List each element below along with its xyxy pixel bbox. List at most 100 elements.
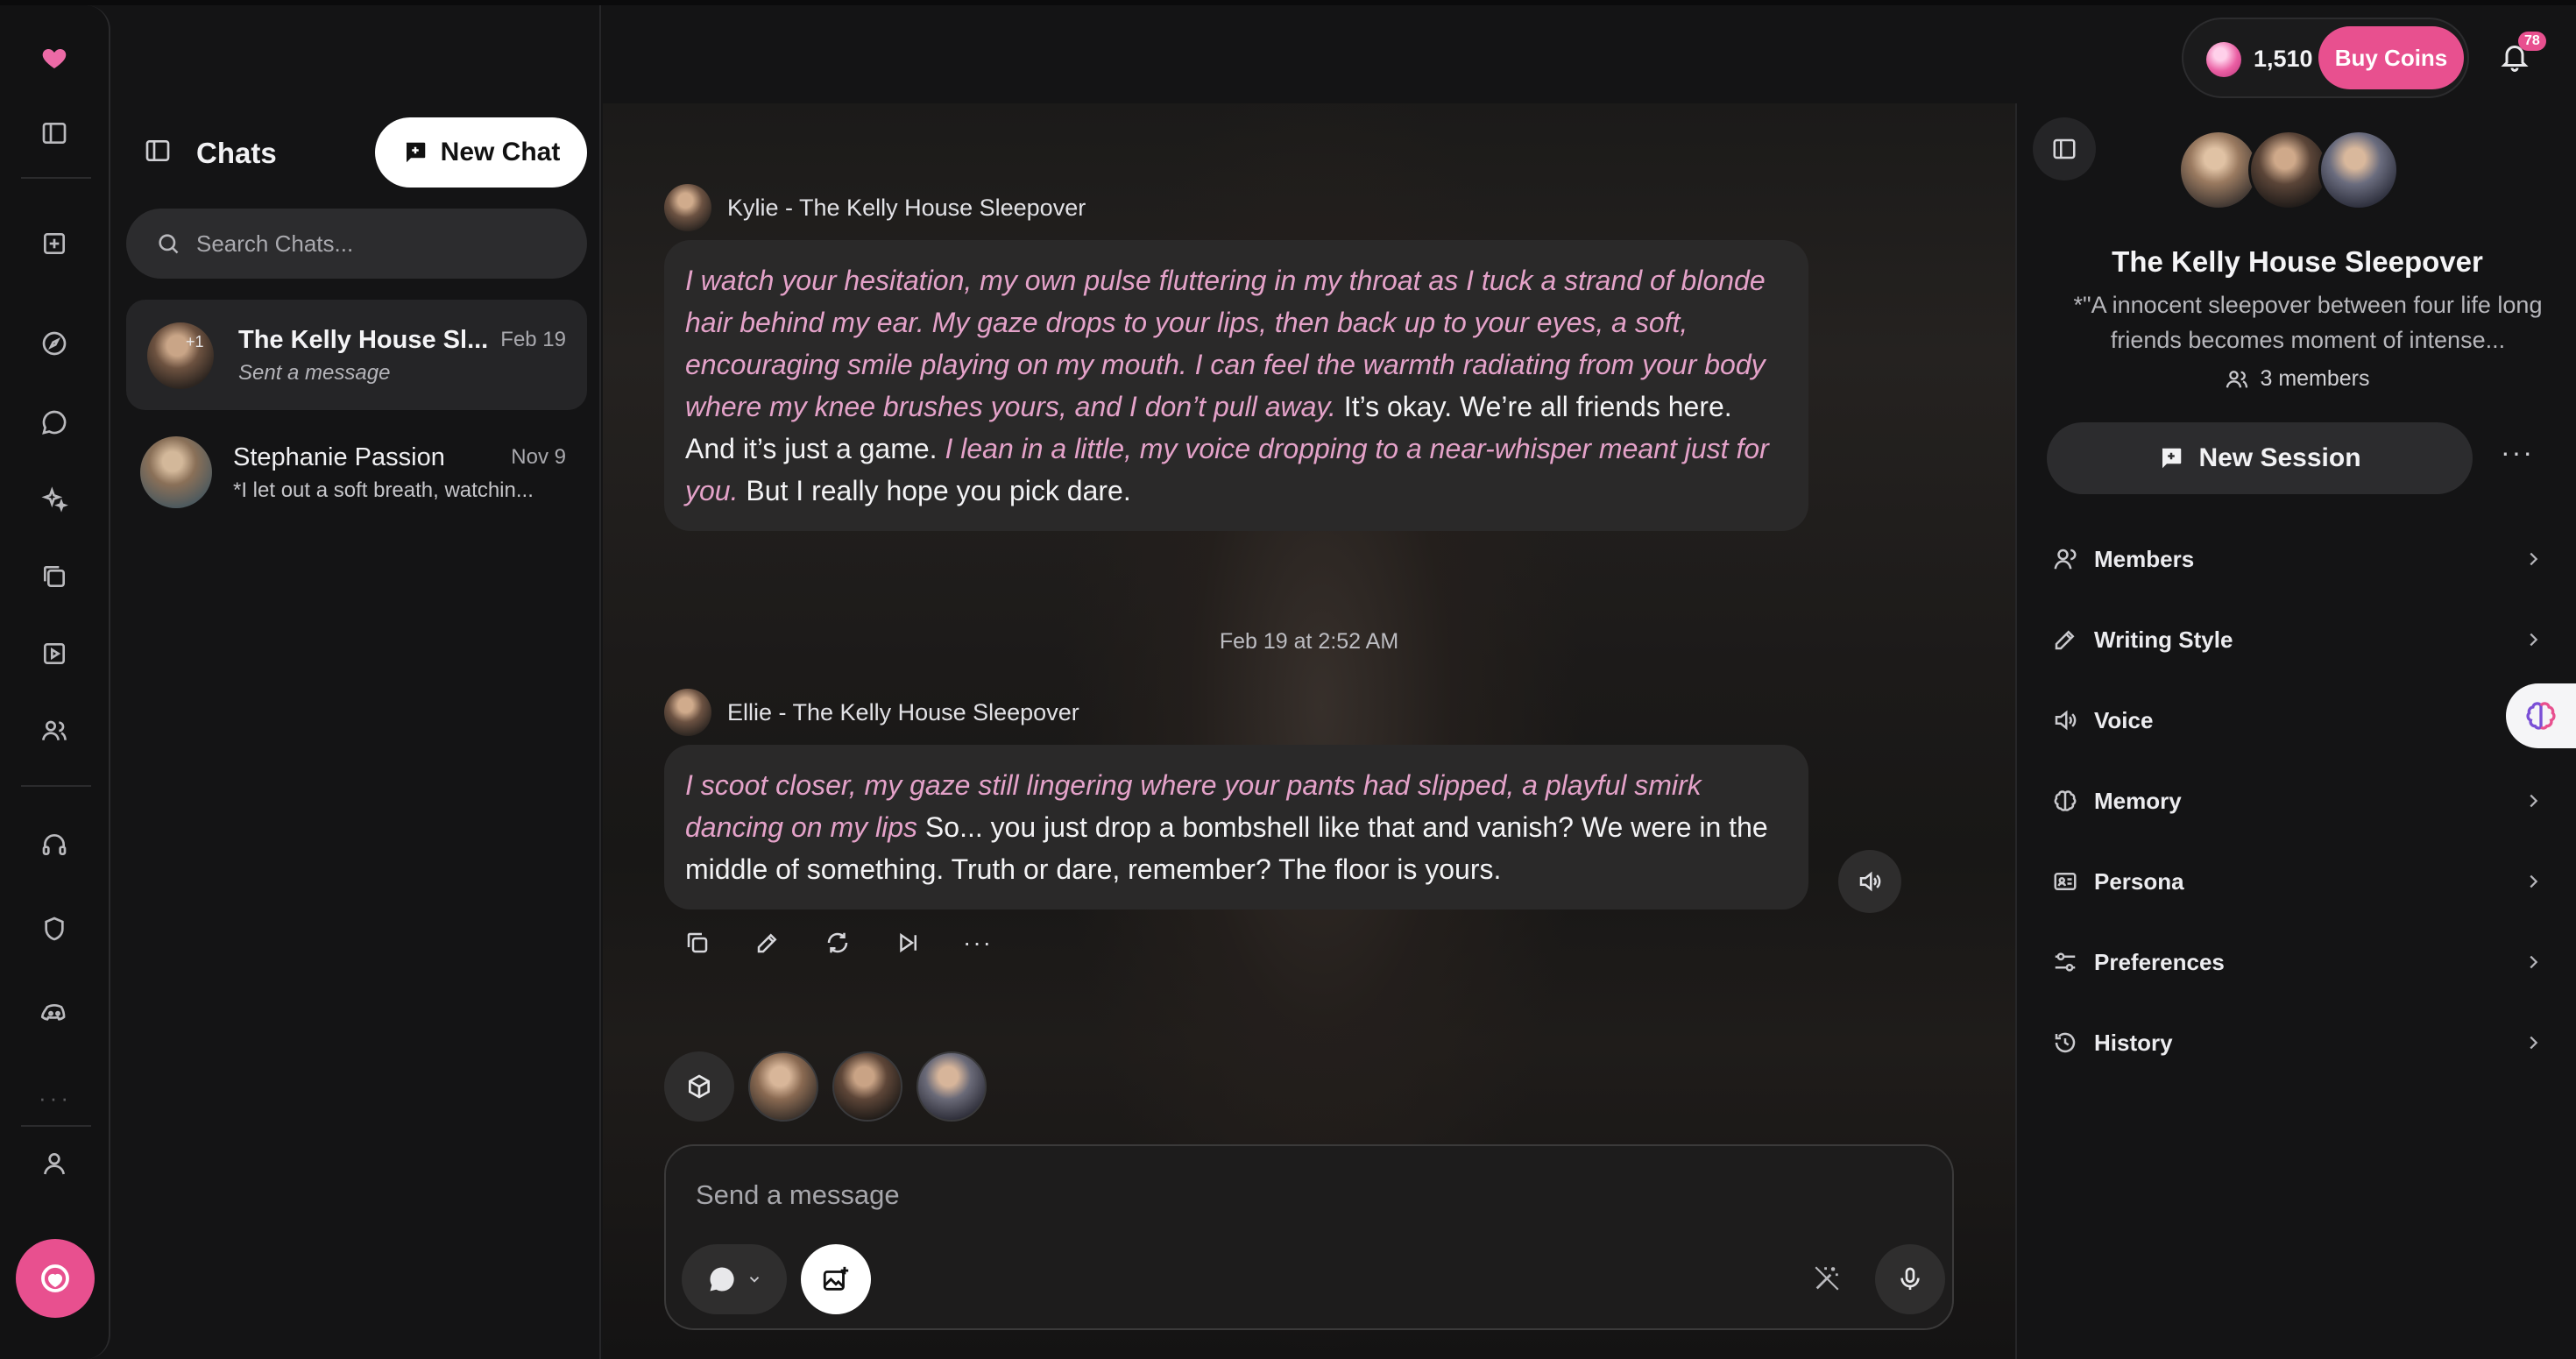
search-box[interactable] [126,209,587,279]
rail-divider [21,785,91,787]
notifications-button[interactable]: 78 [2499,32,2546,75]
continue-icon[interactable] [892,927,924,959]
menu-item-label: History [2094,1029,2173,1056]
chevron-right-icon [2530,955,2538,969]
generate-image-button[interactable] [801,1244,871,1314]
create-fab-icon[interactable] [16,1239,95,1318]
menu-item-memory[interactable]: Memory [2052,775,2543,827]
member-avatar[interactable] [832,1051,902,1122]
app-window: ··· Chats New Chat +1 The Kelly House Sl… [0,5,2576,1359]
message-sender: Ellie - The Kelly House Sleepover [664,689,1079,736]
reply-mode-dropdown[interactable] [682,1244,787,1314]
play-voice-button[interactable] [1838,850,1901,913]
member-avatar[interactable] [748,1051,818,1122]
menu-item-label: Voice [2094,706,2154,733]
new-chat-icon [406,142,425,163]
history-icon [2055,1032,2076,1053]
coin-icon [2206,42,2241,77]
ai-assistant-button[interactable] [2506,683,2576,748]
speaker-icon [1859,871,1881,892]
search-icon [159,234,179,254]
sender-name: Ellie - The Kelly House Sleepover [727,698,1079,726]
copy-icon[interactable] [682,927,713,959]
message-composer: Send a message [664,1144,1954,1330]
menu-item-writing-style[interactable]: Writing Style [2052,613,2543,666]
shield-icon[interactable] [33,908,75,950]
microphone-icon [1900,1267,1920,1290]
avatar [147,322,214,389]
speaker-icon [2055,710,2077,731]
more-icon[interactable]: ··· [39,1085,72,1112]
menu-item-label: Memory [2094,787,2182,814]
buy-coins-button[interactable]: Buy Coins [2318,26,2464,89]
message-bubble: I scoot closer, my gaze still lingering … [664,745,1808,910]
collection-icon[interactable] [33,556,75,598]
menu-item-persona[interactable]: Persona [2052,855,2543,908]
compass-icon[interactable] [33,322,75,365]
new-session-button[interactable]: New Session [2047,422,2473,494]
video-play-icon[interactable] [33,633,75,675]
profile-icon[interactable] [33,1143,75,1185]
chat-date: Nov 9 [511,445,566,469]
chevron-right-icon [2530,633,2538,647]
id-card-icon [2054,873,2077,890]
menu-item-label: Members [2094,545,2195,572]
magic-wand-icon [1815,1266,1839,1291]
headset-icon[interactable] [33,824,75,866]
chat-name: Stephanie Passion [233,443,445,471]
message-bubble: I watch your hesitation, my own pulse fl… [664,240,1808,531]
group-description: *"A innocent sleepover between four life… [2073,292,2543,353]
chat-bubble-icon[interactable] [33,401,75,443]
group-details-panel: The Kelly House Sleepover *"A innocent s… [2015,103,2576,1359]
users-icon[interactable] [33,710,75,752]
search-input[interactable] [196,230,547,258]
sparkles-icon[interactable] [33,478,75,520]
avatar [2318,130,2399,210]
dice-icon [689,1074,710,1099]
heart-logo-icon[interactable] [33,37,75,79]
new-session-icon [2162,448,2182,469]
message-input[interactable]: Send a message [696,1179,900,1211]
new-session-label: New Session [2198,443,2361,472]
sliders-icon [2055,952,2076,972]
voice-input-button[interactable] [1875,1244,1945,1314]
new-chat-button[interactable]: New Chat [375,117,587,188]
magic-wand-button[interactable] [1805,1256,1849,1300]
panel-toggle-button[interactable] [2033,117,2096,180]
panel-toggle-icon[interactable] [144,137,172,169]
more-options-icon[interactable]: ··· [962,927,994,959]
edit-icon[interactable] [752,927,783,959]
add-square-icon[interactable] [33,223,75,265]
chat-preview: *I let out a soft breath, watchin... [233,478,534,502]
sender-name: Kylie - The Kelly House Sleepover [727,194,1086,221]
chat-list-item[interactable]: +1 The Kelly House Sl... Sent a message … [126,300,587,410]
new-chat-label: New Chat [440,138,561,166]
left-rail: ··· [0,5,110,1359]
random-member-button[interactable] [664,1051,734,1122]
members-count-label: 3 members [2260,366,2370,391]
chevron-right-icon [2530,874,2538,888]
rail-divider [21,177,91,179]
extra-members-count: +1 [186,333,204,350]
member-avatar[interactable] [916,1051,987,1122]
more-options-icon[interactable]: ··· [2501,436,2534,469]
chat-list-panel: Chats New Chat +1 The Kelly House Sl... … [112,5,601,1359]
menu-item-members[interactable]: Members [2052,533,2543,585]
regenerate-icon[interactable] [822,927,853,959]
message-actions: ··· [682,927,994,959]
chat-preview: Sent a message [238,361,391,385]
sidebar-toggle-icon[interactable] [33,112,75,154]
brain-icon [2526,702,2556,730]
message-timestamp: Feb 19 at 2:52 AM [1219,629,1399,654]
user-icon [2054,549,2077,570]
chat-list-item[interactable]: Stephanie Passion *I let out a soft brea… [126,417,587,527]
menu-item-preferences[interactable]: Preferences [2052,936,2543,988]
chevron-down-icon [749,1277,760,1283]
discord-icon[interactable] [33,992,75,1034]
avatar [664,689,711,736]
chat-name: The Kelly House Sl... [238,326,489,354]
menu-item-voice[interactable]: Voice [2052,694,2543,747]
message-sender: Kylie - The Kelly House Sleepover [664,184,1086,231]
menu-item-history[interactable]: History [2052,1016,2543,1069]
chevron-right-icon [2530,1036,2538,1050]
